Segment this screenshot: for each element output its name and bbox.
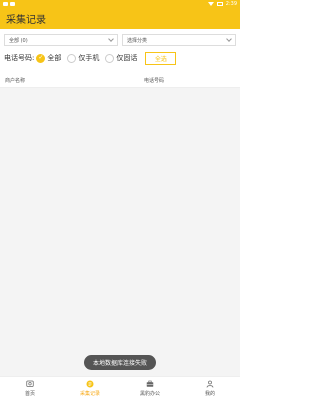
nav-label-office: 黑豹办公 <box>139 391 160 397</box>
status-time: 2:39 <box>225 1 237 7</box>
radio-option-mobile[interactable]: 仅手机 <box>67 53 99 63</box>
category-select-value: 选择分类 <box>127 37 148 44</box>
type-select[interactable]: 全部 (0) <box>4 34 118 46</box>
nav-label-records: 采集记录 <box>79 391 100 397</box>
battery-icon <box>216 2 223 6</box>
column-header-phone: 电话号码 <box>144 78 165 84</box>
nav-label-home: 首页 <box>24 391 35 397</box>
wifi-icon <box>207 2 214 6</box>
nav-item-home[interactable]: 首页 <box>0 377 60 400</box>
filter-dropdown-row: 全部 (0) 选择分类 <box>4 34 236 46</box>
radio-label-mobile: 仅手机 <box>78 54 100 62</box>
radio-option-landline[interactable]: 仅固话 <box>105 53 137 63</box>
records-icon <box>86 380 94 388</box>
radio-unchecked-icon[interactable] <box>105 53 115 63</box>
phone-filter-label: 电话号码: <box>4 54 35 62</box>
radio-unchecked-icon[interactable] <box>67 53 77 63</box>
notification-icons <box>3 2 15 6</box>
nav-item-profile[interactable]: 我的 <box>180 377 240 400</box>
nav-item-records[interactable]: 采集记录 <box>60 377 120 400</box>
table-header: 商户名称 电话号码 <box>0 72 240 88</box>
nav-label-profile: 我的 <box>204 391 215 397</box>
radio-label-all: 全部 <box>47 54 62 62</box>
select-all-button[interactable]: 全选 <box>145 51 177 65</box>
radio-label-landline: 仅固话 <box>116 54 138 62</box>
radio-option-all[interactable]: ✓ 全部 <box>36 53 61 63</box>
home-icon <box>26 380 34 388</box>
chevron-down-icon <box>108 36 114 42</box>
chevron-down-icon <box>226 36 232 42</box>
status-bar: 2:39 <box>0 0 240 8</box>
bottom-nav: 首页 采集记录 黑豹办公 我的 <box>0 376 240 400</box>
app-bar: 采集记录 <box>0 8 240 29</box>
nav-item-office[interactable]: 黑豹办公 <box>120 377 180 400</box>
profile-icon <box>206 380 214 388</box>
column-header-merchant: 商户名称 <box>5 78 26 84</box>
page-title: 采集记录 <box>6 15 46 26</box>
category-select[interactable]: 选择分类 <box>122 34 236 46</box>
type-select-value: 全部 (0) <box>9 37 28 44</box>
radio-checked-icon[interactable]: ✓ <box>36 53 46 63</box>
phone-filter-row: 电话号码: ✓ 全部 仅手机 仅固话 全选 <box>4 51 236 65</box>
briefcase-icon <box>146 380 154 388</box>
notification-icon <box>10 2 15 6</box>
toast-message: 本地数据库连接失败 <box>83 355 157 370</box>
notification-icon <box>3 2 8 6</box>
records-list[interactable] <box>0 88 240 376</box>
